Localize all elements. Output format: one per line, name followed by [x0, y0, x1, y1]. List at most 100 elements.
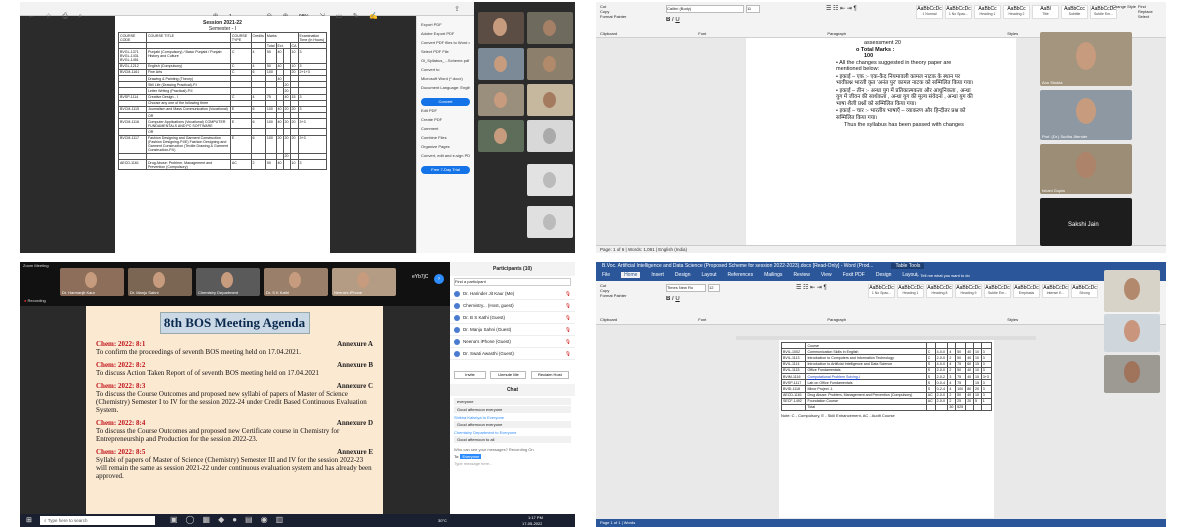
font-name-box[interactable]: Calibri (Body) — [666, 5, 744, 13]
video-tile[interactable] — [527, 84, 573, 116]
comment-icon[interactable]: ▭ — [336, 12, 343, 20]
ribbon-tab[interactable]: Layout — [702, 272, 717, 278]
pen-icon[interactable]: ✎ — [353, 12, 359, 20]
invite-button[interactable]: Invite — [454, 371, 486, 379]
taskbar-search[interactable]: ⌕ Type here to search — [40, 516, 155, 525]
video-tile[interactable] — [1104, 270, 1160, 312]
video-tile[interactable]: Dr. Manju Sahni — [128, 268, 192, 296]
side-item[interactable]: Comment — [421, 124, 470, 133]
participant-search-input[interactable]: Find a participant — [454, 278, 571, 286]
ribbon-tab[interactable]: Mailings — [764, 272, 782, 278]
participant-row[interactable]: Dr. Harinder Jit Kaur (Me) 🎙︎ — [450, 288, 575, 300]
change-styles-button[interactable]: Change Styles — [1112, 4, 1136, 9]
share-icon[interactable]: ⇪ — [454, 5, 460, 13]
participant-row[interactable]: Dr. Swati Awasthi (Guest) 🎙︎ — [450, 348, 575, 360]
ribbon-tab[interactable]: Home — [621, 272, 641, 278]
ribbon-tab[interactable]: View — [821, 272, 832, 278]
side-button[interactable]: Convert — [421, 98, 470, 106]
ribbon-tab[interactable]: File — [602, 272, 610, 278]
print-icon[interactable]: ⎙ — [62, 13, 68, 21]
bold-icon[interactable]: B — [666, 17, 670, 23]
style-option[interactable]: AaBbCcDc Emphasis — [1013, 284, 1040, 298]
select-button[interactable]: Select — [1138, 14, 1164, 19]
style-option[interactable]: AaBbCcDc Heading 1 — [897, 284, 924, 298]
participant-row[interactable]: Dr. B S Kathi (Guest) 🎙︎ — [450, 312, 575, 324]
video-tile[interactable] — [1104, 314, 1160, 352]
video-tile[interactable] — [478, 84, 524, 116]
style-option[interactable]: AaBbCc Heading 2 — [1003, 5, 1030, 19]
video-tile[interactable] — [527, 48, 573, 80]
side-item[interactable]: Convert to — [421, 65, 470, 74]
font-size-box[interactable]: 12 — [708, 284, 720, 292]
mic-muted-icon[interactable]: 🎙︎ — [565, 315, 571, 321]
reclaim-host-button[interactable]: Reclaim Host — [530, 371, 569, 379]
video-tile[interactable]: Ishani Gupta — [1040, 144, 1132, 194]
style-option[interactable]: AaBbCcc Subtitle — [1061, 5, 1088, 19]
format-painter-button[interactable]: Format Painter — [600, 14, 632, 19]
video-tile[interactable] — [478, 12, 524, 44]
taskbar-app-icons[interactable]: ▣◯▦◆●▤◉▥ — [170, 515, 291, 524]
format-painter-button[interactable]: Format Painter — [600, 293, 640, 298]
video-tile[interactable] — [1104, 355, 1160, 393]
unmute-me-button[interactable]: Unmute Me — [490, 371, 527, 379]
side-item[interactable]: Convert PDF files to Word or Excel Onlin… — [421, 38, 470, 47]
video-tile[interactable] — [527, 206, 573, 238]
style-option[interactable]: AaBbCcDc Heading 8 — [926, 284, 953, 298]
ribbon-tab[interactable]: Review — [793, 272, 809, 278]
video-tile[interactable] — [527, 120, 573, 152]
side-item[interactable]: Select PDF File — [421, 47, 470, 56]
italic-icon[interactable]: I — [672, 17, 674, 23]
bold-icon[interactable]: B — [666, 296, 670, 302]
style-option[interactable]: AaBbCcDc 1 Normal — [916, 5, 943, 19]
mic-muted-icon[interactable]: 🎙︎ — [565, 291, 571, 297]
side-item[interactable]: Document Language: English (U.S.) Change — [421, 83, 470, 92]
ribbon-tab[interactable]: References — [728, 272, 754, 278]
video-tile[interactable] — [478, 120, 524, 152]
next-page-icon[interactable]: › — [434, 274, 444, 284]
side-item[interactable]: Microsoft Word (*.docx) — [421, 74, 470, 83]
video-tile[interactable]: Chemistry Department — [196, 268, 260, 296]
underline-icon[interactable]: U — [675, 17, 679, 23]
participant-row[interactable]: Dr. Manju Sahni (Guest) 🎙︎ — [450, 324, 575, 336]
ribbon-tab[interactable]: Insert — [651, 272, 664, 278]
style-option[interactable]: AaBbCcDc 1 No Spac... — [868, 284, 895, 298]
side-item[interactable]: Combine Files — [421, 133, 470, 142]
participant-row[interactable]: Neena's iPhone (Guest) 🎙︎ — [450, 336, 575, 348]
side-item[interactable]: Organize Pages — [421, 142, 470, 151]
back-icon[interactable]: ← — [28, 13, 35, 20]
underline-icon[interactable]: U — [675, 296, 679, 302]
chat-recipient[interactable]: Everyone — [460, 454, 482, 459]
side-item[interactable]: Create PDF — [421, 115, 470, 124]
side-item[interactable]: Export PDF — [421, 20, 470, 29]
style-option[interactable]: AaBbCcDc Heading 9 — [955, 284, 982, 298]
ribbon-tab[interactable]: Design — [876, 272, 892, 278]
video-tile[interactable]: Anu Shukla — [1040, 32, 1132, 86]
mic-muted-icon[interactable]: 🎙︎ — [565, 327, 571, 333]
style-option[interactable]: AaBbCc Heading 1 — [974, 5, 1001, 19]
side-item[interactable]: Edit PDF — [421, 106, 470, 115]
video-tile[interactable]: Neena's iPhone — [332, 268, 396, 296]
video-tile[interactable] — [527, 12, 573, 44]
mic-muted-icon[interactable]: 🎙︎ — [565, 351, 571, 357]
style-option[interactable]: AaBbCcDc Strong — [1071, 284, 1098, 298]
chat-to-select[interactable]: To: Everyone — [450, 453, 575, 460]
video-tile[interactable]: Sakshi Jain — [1040, 198, 1132, 246]
ribbon-tab[interactable]: Foxit PDF — [843, 272, 865, 278]
style-option[interactable]: AaBbCcDc Subtle Em... — [984, 284, 1011, 298]
search-icon[interactable]: ⌕ — [78, 13, 82, 21]
video-tile[interactable]: Prof. (Dr.) Sudha Jitender — [1040, 90, 1132, 140]
sign-icon[interactable]: ✍ — [369, 12, 378, 20]
side-button[interactable]: Free 7-Day Trial — [421, 166, 470, 174]
mic-muted-icon[interactable]: 🎙︎ — [565, 303, 571, 309]
font-size-box[interactable]: 11 — [746, 5, 760, 13]
video-tile[interactable] — [527, 164, 573, 196]
italic-icon[interactable]: I — [672, 296, 674, 302]
font-name-box[interactable]: Times New Ro — [666, 284, 706, 292]
windows-start-icon[interactable]: ⊞ — [26, 516, 32, 524]
video-tile[interactable]: Dr. Harmanjit Kaur — [60, 268, 124, 296]
participant-row[interactable]: Chemistry... (Host, guest) 🎙︎ — [450, 300, 575, 312]
chat-input[interactable]: Type message here... — [450, 460, 575, 467]
tell-me-box[interactable]: ✧ Tell me what you want to do — [916, 273, 970, 278]
video-tile[interactable]: Dr. S K Kathi — [264, 268, 328, 296]
side-item[interactable]: Ol_Syllabus_...Scheme.pdf — [421, 56, 470, 65]
